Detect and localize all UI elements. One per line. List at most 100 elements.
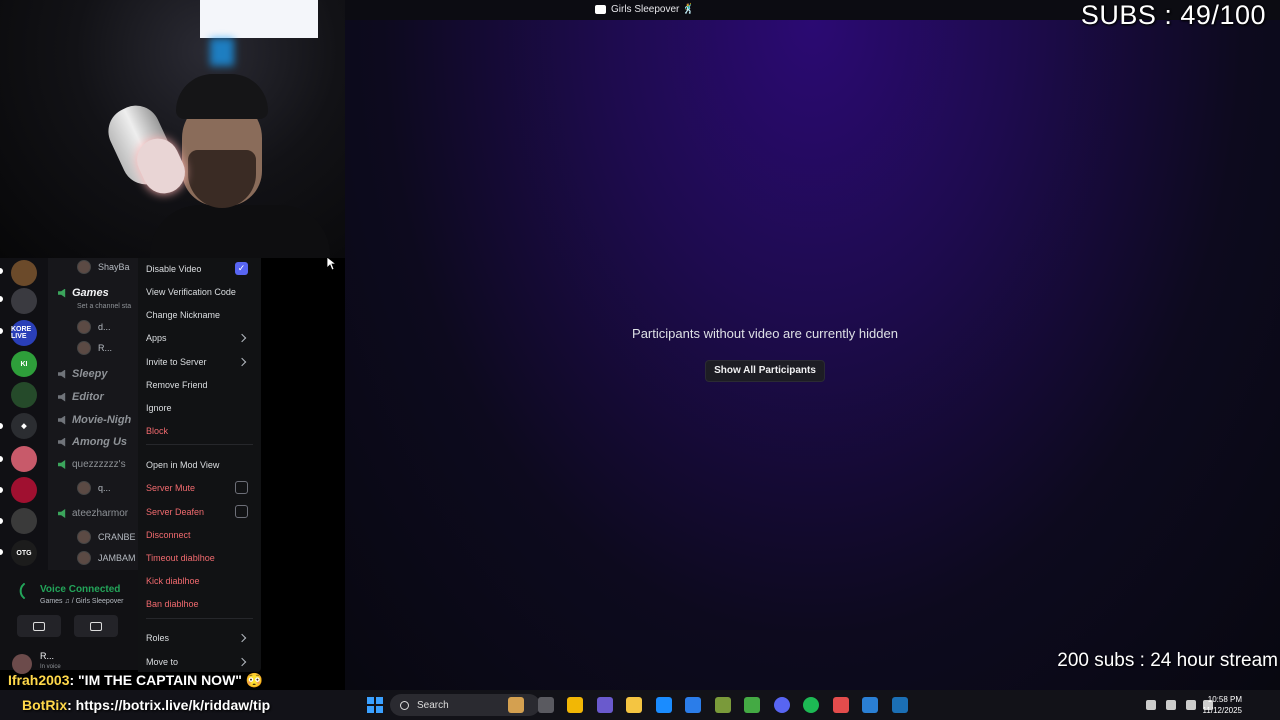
system-clock[interactable]: 10:58 PM 11/12/2025 [1203,694,1242,716]
checkbox-unchecked-icon[interactable] [235,481,248,494]
speaker-icon [58,369,66,379]
menu-open-mod-view[interactable]: Open in Mod View [146,460,219,470]
menu-kick[interactable]: Kick diablhoe [146,576,200,586]
microphone-icon[interactable] [1166,700,1176,710]
camera-off-button[interactable] [17,615,61,637]
voice-user[interactable]: JAMBAM [77,551,136,565]
checkbox-checked-icon[interactable]: ✓ [235,262,248,275]
menu-remove-friend[interactable]: Remove Friend [146,380,208,390]
voice-user[interactable]: d... [77,320,111,334]
taskbar-app-icon[interactable] [508,697,524,713]
menu-timeout[interactable]: Timeout diablhoe [146,553,215,563]
menu-ban[interactable]: Ban diablhoe [146,599,199,609]
taskbar-app-icon[interactable] [596,697,613,713]
channel-ateez[interactable]: ateezharmor [58,508,128,519]
taskbar-app-icon[interactable] [862,697,878,713]
voice-user[interactable]: CRANBE [77,530,136,544]
menu-move-to[interactable]: Move to [146,657,178,667]
voice-user[interactable]: ShayBa [77,260,130,274]
network-icon[interactable] [1186,700,1196,710]
video-stage [345,20,1280,690]
menu-block[interactable]: Block [146,426,168,436]
bot-username: BotRix [22,697,68,713]
speaker-icon [58,460,66,469]
voice-location[interactable]: Games ♫ / Girls Sleepover [40,598,123,605]
channel-among-us[interactable]: Among Us [58,436,127,448]
taskbar-app-icon[interactable] [891,697,908,713]
user-context-menu: Disable Video ✓ View Verification Code C… [138,258,261,672]
channel-name: Games [72,287,109,299]
cloud-icon[interactable] [1146,700,1156,710]
windows-start-icon[interactable] [367,697,383,713]
checkbox-unchecked-icon[interactable] [235,505,248,518]
unread-indicator [0,296,3,302]
channel-name: ateezharmor [72,508,129,519]
screen-share-button[interactable] [74,615,118,637]
taskbar-app-icon[interactable] [744,697,760,713]
window-title-text: Girls Sleepover 🕺 [611,4,695,15]
taskbar-app-icon[interactable] [714,697,731,713]
menu-view-verification-code[interactable]: View Verification Code [146,287,236,297]
channel-list: ShayBa Games Set a channel sta d... R...… [48,258,138,570]
menu-disconnect[interactable]: Disconnect [146,530,191,540]
unread-indicator [0,268,3,274]
voice-user[interactable]: R... [77,341,112,355]
server-icon[interactable]: KORE LIVE [11,320,37,346]
unread-indicator [0,328,3,334]
channel-sleepy[interactable]: Sleepy [58,368,107,380]
taskbar-app-icon[interactable] [537,697,554,713]
streamer-shirt [150,205,330,258]
webcam-overlay [0,0,345,258]
server-icon[interactable] [11,477,37,503]
stream-chat-message: Ifrah2003: "IM THE CAPTAIN NOW" 😳 [8,672,263,689]
server-icon[interactable]: KI [11,351,37,377]
server-icon[interactable] [11,382,37,408]
unread-indicator [0,423,3,429]
server-icon[interactable]: OTG [11,540,37,566]
avatar[interactable] [12,654,32,674]
channel-editor[interactable]: Editor [58,391,104,403]
speaker-icon [58,437,66,447]
menu-apps[interactable]: Apps [146,333,167,343]
menu-ignore[interactable]: Ignore [146,403,172,413]
subs-counter: SUBS : 49/100 [1080,0,1266,30]
mouse-cursor-icon [327,257,337,271]
taskbar-app-icon[interactable] [773,697,790,713]
camera-off-icon [33,621,45,631]
menu-separator [146,618,253,619]
menu-change-nickname[interactable]: Change Nickname [146,310,220,320]
menu-server-deafen[interactable]: Server Deafen [146,507,204,517]
menu-roles[interactable]: Roles [146,633,169,643]
taskbar-app-icon[interactable] [832,697,849,713]
channel-name: Among Us [72,436,127,448]
server-icon[interactable] [11,446,37,472]
taskbar-app-icon[interactable] [626,697,642,713]
avatar [77,260,91,274]
channel-games[interactable]: Games [58,287,109,299]
channel-name: Sleepy [72,368,108,380]
server-icon[interactable]: ◆ [11,413,37,439]
stream-bot-message: BotRix: https://botrix.live/k/riddaw/tip [22,697,270,713]
menu-separator [146,444,253,445]
unread-indicator [0,487,3,493]
voice-connected-panel: Voice Connected Games ♫ / Girls Sleepove… [0,570,138,674]
menu-server-mute[interactable]: Server Mute [146,483,195,493]
taskbar-app-icon[interactable] [803,697,819,713]
server-icon[interactable] [11,288,37,314]
taskbar-app-icon[interactable] [685,697,701,713]
server-icon[interactable] [11,508,37,534]
server-icon[interactable] [11,260,37,286]
taskbar-app-icon[interactable] [655,697,672,713]
voice-channel-icon [595,5,606,14]
show-all-participants-button[interactable]: Show All Participants [705,360,825,382]
voice-user[interactable]: q... [77,481,111,495]
channel-movie-night[interactable]: Movie-Nigh [58,414,131,426]
signal-icon[interactable] [15,582,33,600]
voice-user-name: ShayBa [98,262,130,272]
channel-name: Movie-Nigh [72,414,132,426]
taskbar-app-icon[interactable] [567,697,583,713]
menu-invite-to-server[interactable]: Invite to Server [146,357,207,367]
menu-disable-video[interactable]: Disable Video [146,264,201,274]
channel-quez[interactable]: quezzzzzz's [58,459,126,470]
speaker-icon [58,288,66,298]
